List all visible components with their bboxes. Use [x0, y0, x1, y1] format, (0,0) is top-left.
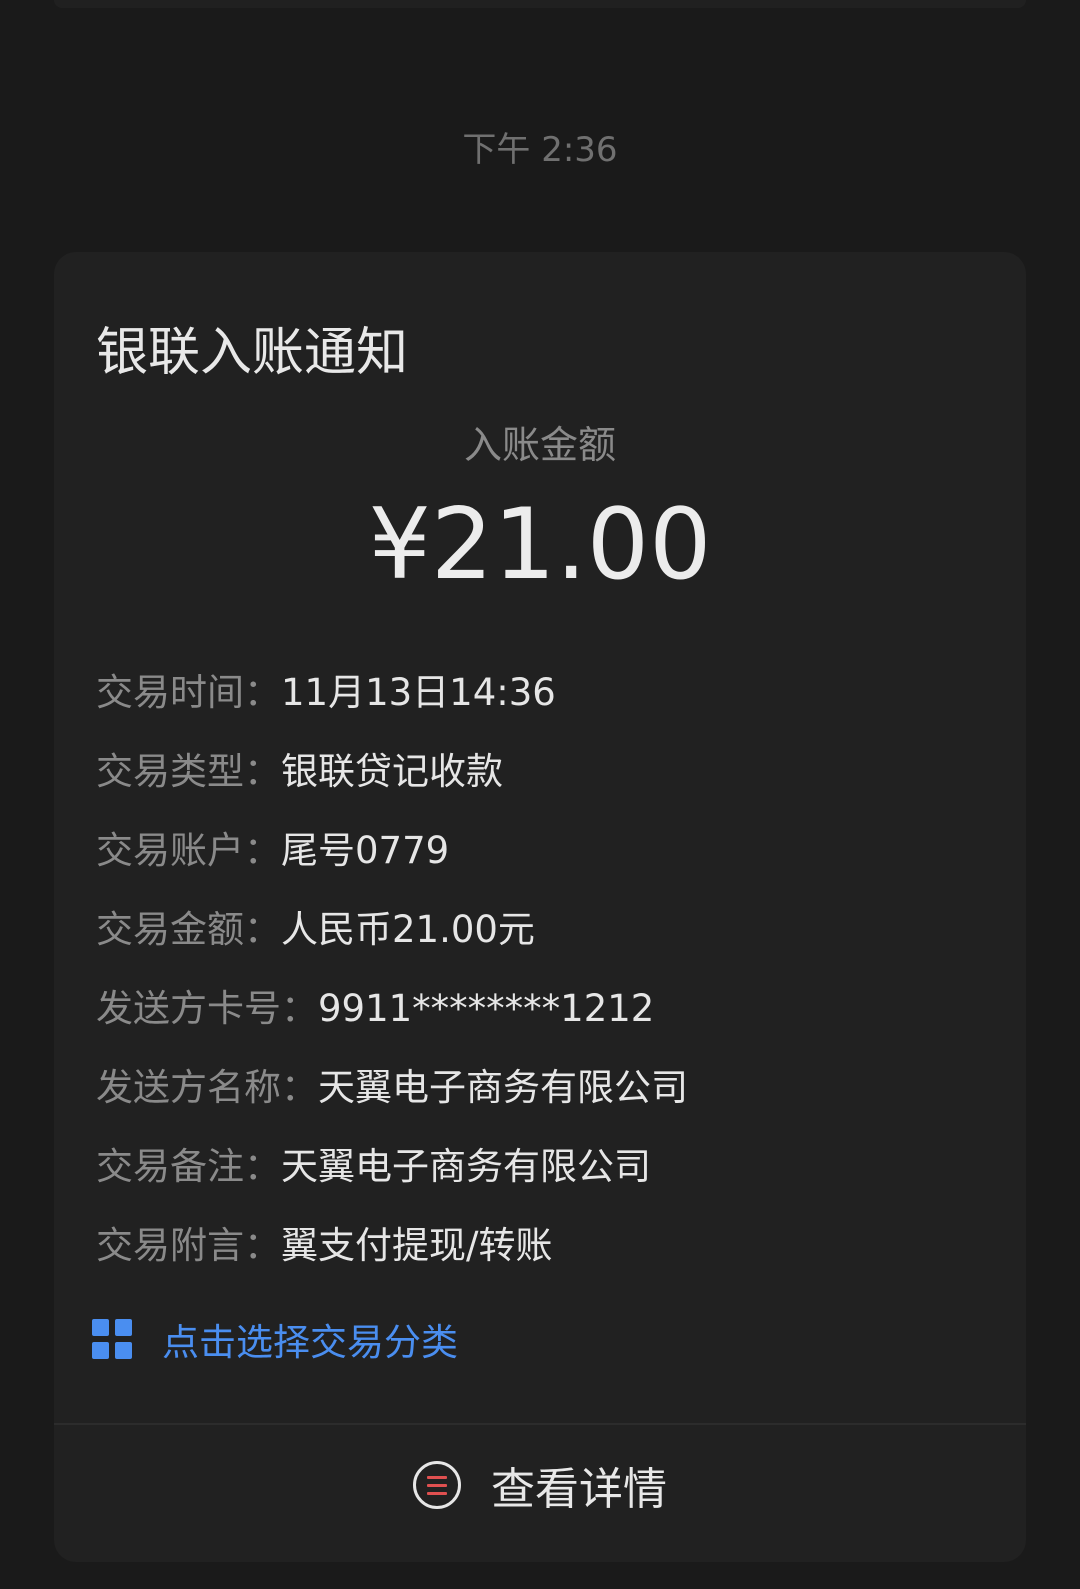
grid-icon — [92, 1319, 132, 1359]
view-details-button[interactable]: 查看详情 — [54, 1425, 1026, 1545]
list-circle-icon — [413, 1461, 461, 1509]
amount-value: ¥21.00 — [368, 488, 712, 602]
detail-row-postscript: 交易附言：翼支付提现/转账 — [96, 1221, 996, 1300]
view-details-label: 查看详情 — [491, 1464, 667, 1515]
message-timestamp: 下午 2:36 — [462, 130, 618, 170]
detail-value: 人民币21.00元 — [281, 908, 535, 951]
detail-row-remark: 交易备注：天翼电子商务有限公司 — [96, 1142, 996, 1221]
detail-row-sender-name: 发送方名称：天翼电子商务有限公司 — [96, 1063, 996, 1142]
detail-value: 翼支付提现/转账 — [281, 1224, 553, 1267]
detail-label: 发送方名称： — [96, 1066, 318, 1109]
notification-card[interactable]: 银联入账通知 入账金额 ¥21.00 交易时间：11月13日14:36 交易类型… — [54, 252, 1026, 1562]
detail-label: 交易时间： — [96, 671, 281, 714]
detail-value: 11月13日14:36 — [281, 671, 556, 714]
detail-value: 银联贷记收款 — [281, 750, 503, 793]
detail-label: 交易附言： — [96, 1224, 281, 1267]
detail-row-sender-card: 发送方卡号：9911********1212 — [96, 984, 996, 1063]
detail-row-type: 交易类型：银联贷记收款 — [96, 747, 996, 826]
transaction-details: 交易时间：11月13日14:36 交易类型：银联贷记收款 交易账户：尾号0779… — [96, 668, 996, 1300]
detail-value: 天翼电子商务有限公司 — [281, 1145, 651, 1188]
detail-label: 交易金额： — [96, 908, 281, 951]
detail-label: 发送方卡号： — [96, 987, 318, 1030]
detail-value: 9911********1212 — [318, 987, 655, 1030]
detail-row-time: 交易时间：11月13日14:36 — [96, 668, 996, 747]
select-category-label: 点击选择交易分类 — [162, 1321, 458, 1364]
previous-message-card-edge — [54, 0, 1026, 8]
detail-label: 交易备注： — [96, 1145, 281, 1188]
amount-label: 入账金额 — [463, 423, 616, 467]
detail-value: 尾号0779 — [281, 829, 450, 872]
select-category-link[interactable]: 点击选择交易分类 — [92, 1314, 458, 1364]
detail-value: 天翼电子商务有限公司 — [318, 1066, 688, 1109]
card-title: 银联入账通知 — [96, 323, 409, 383]
detail-label: 交易类型： — [96, 750, 281, 793]
detail-row-account: 交易账户：尾号0779 — [96, 826, 996, 905]
detail-label: 交易账户： — [96, 829, 281, 872]
detail-row-amount: 交易金额：人民币21.00元 — [96, 905, 996, 984]
